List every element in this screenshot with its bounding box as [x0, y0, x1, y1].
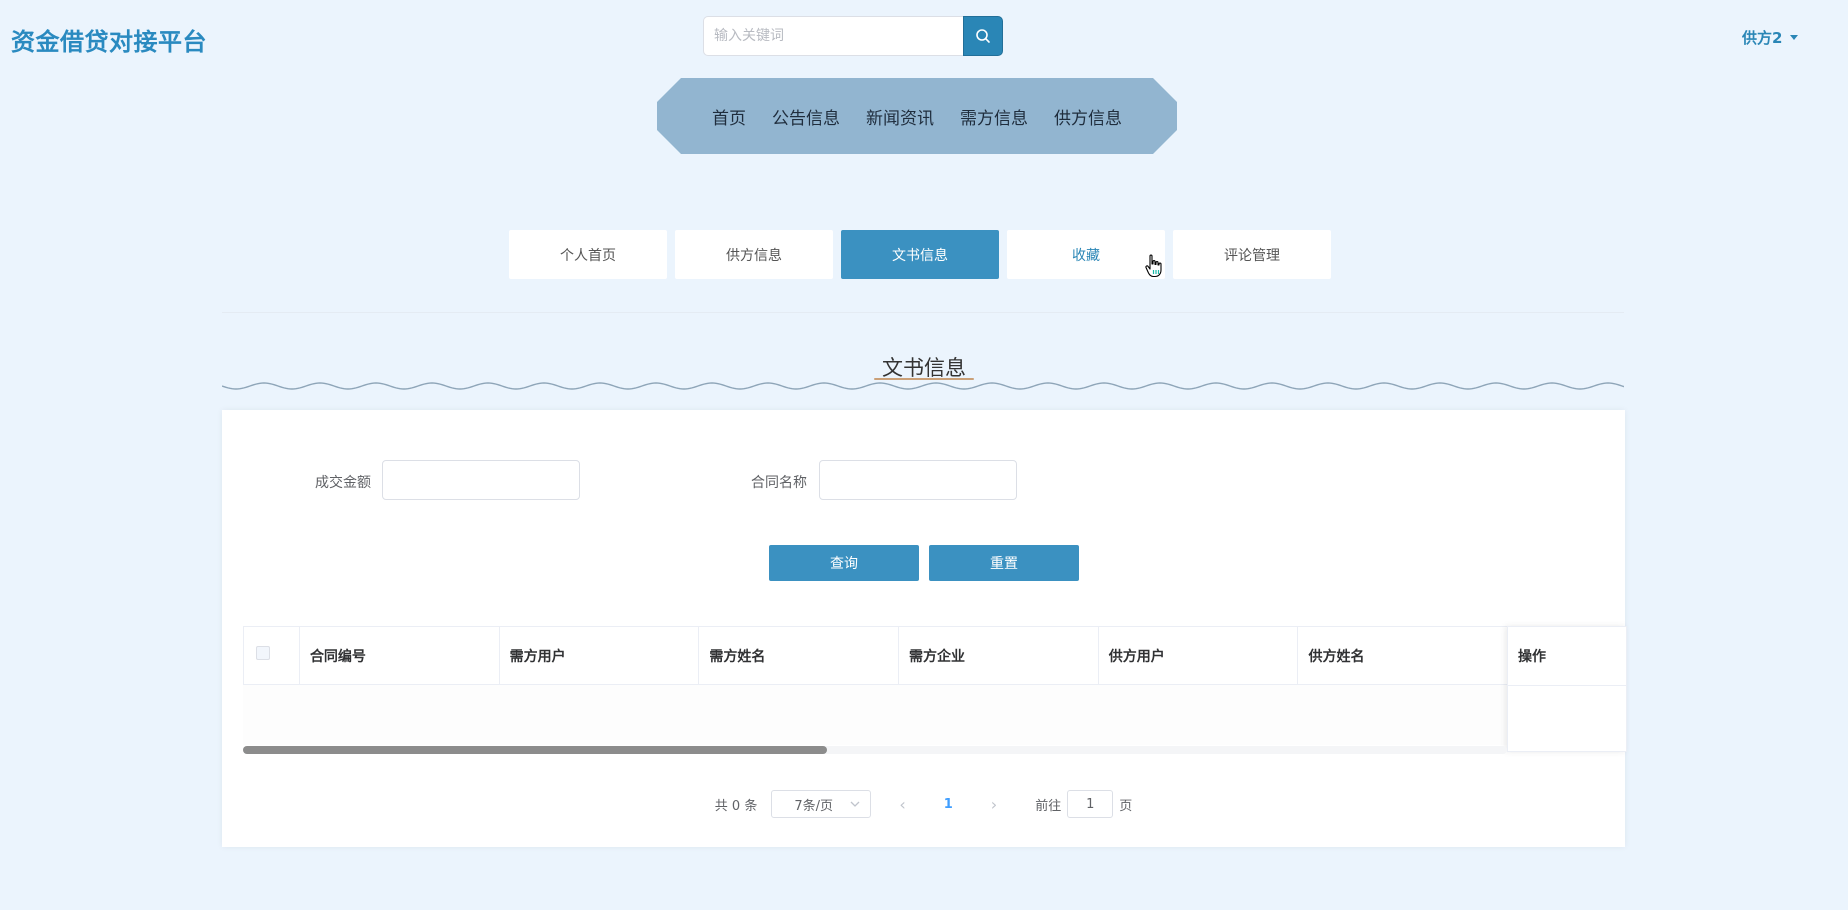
- search-input[interactable]: [703, 16, 963, 56]
- goto-suffix: 页: [1119, 798, 1133, 814]
- tab-personal-home[interactable]: 个人首页: [509, 230, 667, 279]
- nav-item-news[interactable]: 新闻资讯: [866, 104, 934, 129]
- select-all-checkbox[interactable]: [256, 645, 270, 660]
- center-tabs: 个人首页 供方信息 文书信息 收藏 评论管理: [509, 230, 1331, 279]
- contract-name-input[interactable]: [819, 460, 1017, 500]
- column-header-demand-name[interactable]: 需方姓名: [699, 627, 900, 684]
- goto-page-input[interactable]: [1067, 790, 1114, 818]
- table-body: [243, 685, 1605, 745]
- nav-item-demand[interactable]: 需方信息: [960, 104, 1028, 129]
- scrollbar-thumb[interactable]: [243, 746, 827, 754]
- fixed-ops-column: 操作: [1507, 626, 1627, 752]
- goto-prefix: 前往: [1035, 798, 1062, 814]
- query-button[interactable]: 查询: [769, 545, 919, 581]
- page-size-value: 7条/页: [794, 798, 833, 814]
- documents-table: 合同编号 需方用户 需方姓名 需方企业 供方用户 供方姓名: [243, 626, 1605, 745]
- reset-button[interactable]: 重置: [929, 545, 1079, 581]
- page-number-1[interactable]: 1: [944, 797, 953, 812]
- next-page-button[interactable]: ›: [991, 795, 997, 814]
- user-name: 供方2: [1742, 29, 1783, 47]
- nav-item-home[interactable]: 首页: [712, 104, 746, 129]
- section-divider: [222, 312, 1624, 313]
- tab-supply-info[interactable]: 供方信息: [675, 230, 833, 279]
- header-search: [703, 16, 1003, 56]
- chevron-down-icon: [850, 801, 860, 807]
- amount-input[interactable]: [382, 460, 580, 500]
- search-button[interactable]: [963, 16, 1003, 56]
- tab-comments[interactable]: 评论管理: [1173, 230, 1331, 279]
- pagination: 共 0 条 7条/页 ‹ 1 › 前往 页: [222, 790, 1625, 818]
- search-icon: [976, 29, 990, 43]
- total-count: 共 0 条: [714, 798, 758, 814]
- wave-divider: [222, 382, 1624, 390]
- site-logo[interactable]: 资金借贷对接平台: [11, 22, 207, 57]
- column-header-supply-user[interactable]: 供方用户: [1099, 627, 1299, 684]
- hand-cursor-icon: [1145, 254, 1162, 278]
- prev-page-button[interactable]: ‹: [899, 795, 905, 814]
- nav-item-supply[interactable]: 供方信息: [1054, 104, 1122, 129]
- user-menu[interactable]: 供方2: [1742, 27, 1799, 48]
- select-all-cell: [244, 627, 300, 684]
- column-header-demand-user[interactable]: 需方用户: [500, 627, 700, 684]
- tab-documents[interactable]: 文书信息: [841, 230, 999, 279]
- amount-label: 成交金额: [315, 475, 371, 491]
- page-size-select[interactable]: 7条/页: [771, 790, 872, 818]
- horizontal-scrollbar[interactable]: [243, 746, 1507, 754]
- main-nav: 首页 公告信息 新闻资讯 需方信息 供方信息: [657, 78, 1177, 154]
- nav-item-notices[interactable]: 公告信息: [772, 104, 840, 129]
- caret-down-icon: [1790, 35, 1799, 40]
- documents-panel: 成交金额 合同名称 查询 重置 合同编号 需方用户 需方姓名 需方企业 供方用户…: [222, 410, 1627, 847]
- column-header-contract-no[interactable]: 合同编号: [300, 627, 500, 684]
- column-header-demand-company[interactable]: 需方企业: [899, 627, 1099, 684]
- column-header-actions: 操作: [1508, 627, 1626, 686]
- tab-favorites[interactable]: 收藏: [1007, 230, 1165, 279]
- contract-name-label: 合同名称: [751, 475, 807, 491]
- table-header: 合同编号 需方用户 需方姓名 需方企业 供方用户 供方姓名: [243, 626, 1605, 685]
